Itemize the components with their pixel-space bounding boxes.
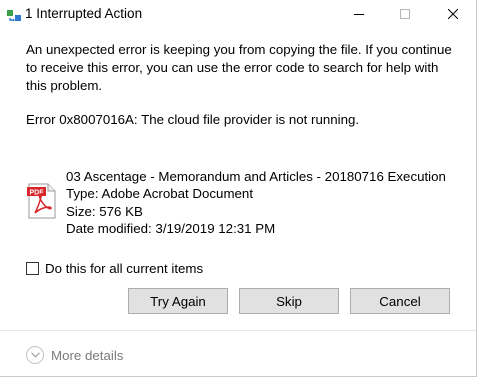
minimize-icon xyxy=(354,14,364,15)
file-details: 03 Ascentage - Memorandum and Articles -… xyxy=(66,168,446,238)
maximize-icon xyxy=(400,9,410,19)
interrupted-action-dialog: 1 Interrupted Action An unexpected error… xyxy=(0,0,477,377)
footer-divider xyxy=(0,330,476,331)
cancel-button[interactable]: Cancel xyxy=(350,288,450,314)
close-icon xyxy=(448,9,458,19)
window-title: 1 Interrupted Action xyxy=(25,6,143,21)
file-name: 03 Ascentage - Memorandum and Articles -… xyxy=(66,169,446,184)
more-details-label[interactable]: More details xyxy=(51,348,123,363)
try-again-button[interactable]: Try Again xyxy=(128,288,228,314)
error-code: Error 0x8007016A: The cloud file provide… xyxy=(26,112,360,127)
file-type: Type: Adobe Acrobat Document xyxy=(66,186,254,202)
pdf-file-icon: PDF xyxy=(26,183,58,219)
title-bar[interactable]: 1 Interrupted Action xyxy=(0,0,476,30)
file-date-modified: Date modified: 3/19/2019 12:31 PM xyxy=(66,221,276,237)
apply-to-all-option[interactable]: Do this for all current items xyxy=(26,261,203,276)
error-message: An unexpected error is keeping you from … xyxy=(26,42,452,93)
skip-button[interactable]: Skip xyxy=(239,288,339,314)
apply-to-all-label[interactable]: Do this for all current items xyxy=(45,261,203,276)
close-button[interactable] xyxy=(430,0,476,28)
copy-transfer-icon xyxy=(6,8,22,24)
file-size: Size: 576 KB xyxy=(66,203,143,219)
apply-to-all-checkbox[interactable] xyxy=(26,262,39,275)
minimize-button[interactable] xyxy=(336,0,382,28)
more-details-toggle[interactable]: More details xyxy=(26,346,123,364)
maximize-button[interactable] xyxy=(382,0,428,28)
chevron-down-icon[interactable] xyxy=(26,346,44,364)
